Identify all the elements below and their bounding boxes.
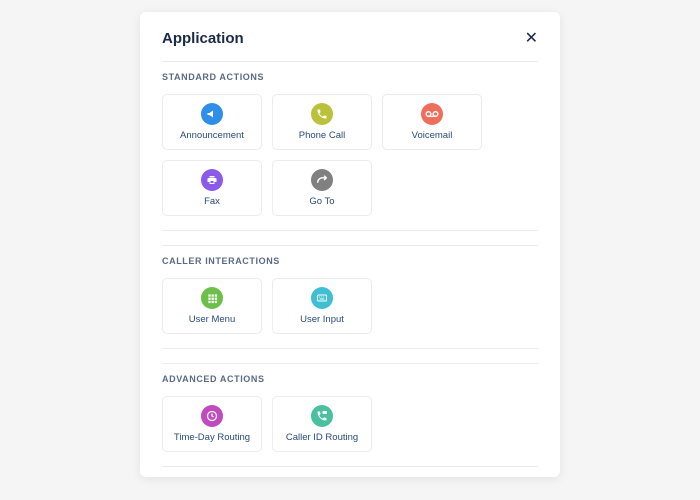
phone-icon <box>311 103 333 125</box>
tile-label: Caller ID Routing <box>286 432 358 443</box>
section-title-caller: CALLER INTERACTIONS <box>162 256 538 266</box>
tile-fax[interactable]: Fax <box>162 160 262 216</box>
goto-icon <box>311 169 333 191</box>
section-title-standard: STANDARD ACTIONS <box>162 72 538 82</box>
tiles-standard: Announcement Phone Call Voicemail Fax <box>162 94 538 216</box>
user-menu-icon <box>201 287 223 309</box>
tile-user-input[interactable]: User Input <box>272 278 372 334</box>
panel-header: Application ✕ <box>162 30 538 61</box>
tile-time-day-routing[interactable]: Time-Day Routing <box>162 396 262 452</box>
tile-label: Announcement <box>180 130 244 141</box>
tile-announcement[interactable]: Announcement <box>162 94 262 150</box>
tile-caller-id-routing[interactable]: Caller ID Routing <box>272 396 372 452</box>
tile-goto[interactable]: Go To <box>272 160 372 216</box>
close-button[interactable]: ✕ <box>525 31 538 47</box>
caller-id-icon <box>311 405 333 427</box>
section-caller-interactions: CALLER INTERACTIONS User Menu User Input <box>162 245 538 349</box>
voicemail-icon <box>421 103 443 125</box>
tile-label: Go To <box>309 196 334 207</box>
section-advanced-actions: ADVANCED ACTIONS Time-Day Routing Caller… <box>162 363 538 467</box>
announcement-icon <box>201 103 223 125</box>
tiles-caller: User Menu User Input <box>162 278 538 334</box>
tile-user-menu[interactable]: User Menu <box>162 278 262 334</box>
clock-icon <box>201 405 223 427</box>
user-input-icon <box>311 287 333 309</box>
tile-label: Time-Day Routing <box>174 432 250 443</box>
section-title-advanced: ADVANCED ACTIONS <box>162 374 538 384</box>
tiles-advanced: Time-Day Routing Caller ID Routing <box>162 396 538 452</box>
tile-label: User Input <box>300 314 344 325</box>
tile-voicemail[interactable]: Voicemail <box>382 94 482 150</box>
tile-label: Voicemail <box>412 130 453 141</box>
section-standard-actions: STANDARD ACTIONS Announcement Phone Call… <box>162 61 538 231</box>
fax-icon <box>201 169 223 191</box>
application-panel: Application ✕ STANDARD ACTIONS Announcem… <box>140 12 560 477</box>
panel-title: Application <box>162 30 244 47</box>
close-icon: ✕ <box>525 30 538 47</box>
tile-phone-call[interactable]: Phone Call <box>272 94 372 150</box>
tile-label: User Menu <box>189 314 235 325</box>
tile-label: Fax <box>204 196 220 207</box>
tile-label: Phone Call <box>299 130 345 141</box>
